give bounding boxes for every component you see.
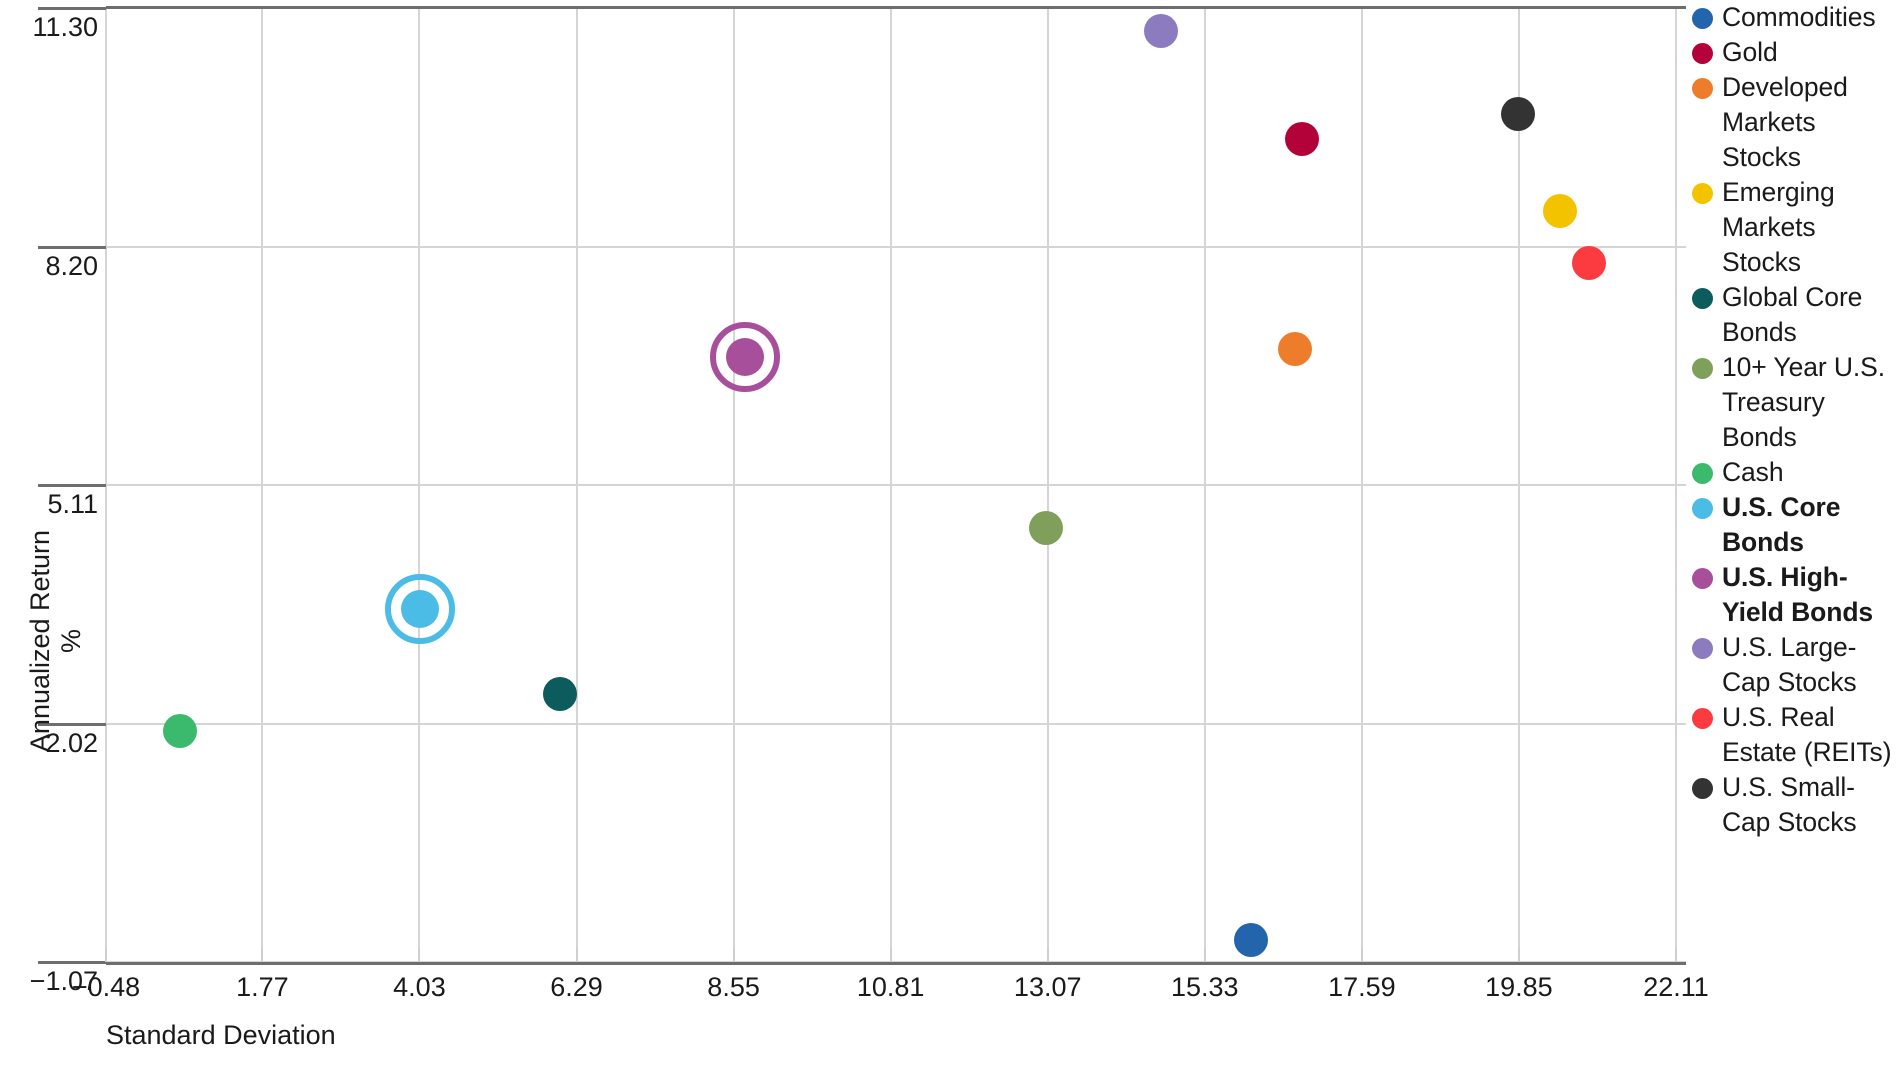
x-tick-mark <box>575 948 578 962</box>
x-tick-mark <box>261 948 264 962</box>
legend-item-label: U.S. Real Estate (REITs) <box>1722 702 1892 767</box>
x-tick-label: 6.29 <box>550 972 603 1002</box>
data-point[interactable] <box>1234 922 1269 957</box>
x-tick-label: 22.11 <box>1643 972 1709 1002</box>
x-tick-mark <box>1360 948 1363 962</box>
legend-item-label: U.S. Large-Cap Stocks <box>1722 632 1857 697</box>
x-tick-label: 1.77 <box>236 972 289 1002</box>
data-point[interactable] <box>1029 510 1064 545</box>
x-tick-label: −0.48 <box>71 972 141 1002</box>
x-tick-mark <box>1203 948 1206 962</box>
x-tick-label: 17.59 <box>1328 972 1396 1002</box>
legend-item[interactable]: U.S. Small-Cap Stocks <box>1692 770 1896 840</box>
legend-swatch-icon <box>1692 463 1713 484</box>
legend-item-label: Developed Markets Stocks <box>1722 72 1848 172</box>
y-tick-mark <box>38 7 106 10</box>
legend-item[interactable]: Global Core Bonds <box>1692 280 1896 350</box>
y-tick-label: 11.30 <box>32 12 98 42</box>
data-point[interactable] <box>1572 245 1607 280</box>
legend-swatch-icon <box>1692 8 1713 29</box>
legend-swatch-icon <box>1692 43 1713 64</box>
legend-item-label: Cash <box>1722 457 1784 487</box>
gridline-horizontal <box>106 722 1686 725</box>
x-tick-label: 10.81 <box>856 972 925 1002</box>
legend-item[interactable]: U.S. High-Yield Bonds <box>1692 560 1896 630</box>
x-tick-mark <box>418 948 421 962</box>
plot-top-rule <box>106 6 1686 9</box>
legend-item[interactable]: U.S. Large-Cap Stocks <box>1692 630 1896 700</box>
legend-swatch-icon <box>1692 638 1713 659</box>
x-tick-mark <box>732 948 735 962</box>
legend-item-label: U.S. Small-Cap Stocks <box>1722 772 1857 837</box>
data-point[interactable] <box>1542 193 1577 228</box>
x-axis-line <box>106 962 1686 965</box>
legend-item-label: U.S. Core Bonds <box>1722 492 1841 557</box>
x-tick-mark <box>1046 948 1049 962</box>
x-tick-mark <box>1675 948 1677 962</box>
legend-item-label: Global Core Bonds <box>1722 282 1863 347</box>
y-axis-title: Annualized Return % <box>25 529 86 753</box>
legend-item-label: 10+ Year U.S. Treasury Bonds <box>1722 352 1885 452</box>
x-tick-label: 15.33 <box>1170 972 1239 1002</box>
data-point[interactable] <box>163 713 198 748</box>
legend-item[interactable]: U.S. Core Bonds <box>1692 490 1896 560</box>
legend-item[interactable]: Commodities <box>1692 0 1896 35</box>
legend-swatch-icon <box>1692 358 1713 379</box>
legend-swatch-icon <box>1692 78 1713 99</box>
x-tick-mark <box>105 948 107 962</box>
legend-item[interactable]: 10+ Year U.S. Treasury Bonds <box>1692 350 1896 455</box>
x-tick-label: 4.03 <box>393 972 446 1002</box>
data-point[interactable] <box>1144 14 1178 49</box>
y-tick-label: 8.20 <box>45 251 98 282</box>
data-point[interactable] <box>542 676 577 711</box>
x-tick-label: 8.55 <box>707 972 760 1002</box>
legend-item[interactable]: U.S. Real Estate (REITs) <box>1692 700 1896 770</box>
legend-swatch-icon <box>1692 708 1713 729</box>
x-tick-label: 19.85 <box>1485 972 1553 1002</box>
legend-swatch-icon <box>1692 183 1713 204</box>
legend-item[interactable]: Gold <box>1692 35 1896 70</box>
legend-item[interactable]: Developed Markets Stocks <box>1692 70 1896 175</box>
legend-swatch-icon <box>1692 288 1713 309</box>
scatter-chart-page: 11.30 8.20 5.11 2.02 −1.07 −0.48 1.77 4.03 6.29… <box>0 0 1896 1066</box>
y-tick-mark <box>38 246 106 250</box>
legend: Commodities Gold Developed Markets Stocks E… <box>1692 0 1896 840</box>
legend-item[interactable]: Emerging Markets Stocks <box>1692 175 1896 280</box>
y-tick-label: 5.11 <box>47 489 98 520</box>
x-axis-title: Standard Deviation <box>106 1020 336 1050</box>
legend-item-label: Emerging Markets Stocks <box>1722 177 1835 277</box>
data-point[interactable] <box>401 589 440 628</box>
legend-item-label: Gold <box>1722 37 1778 67</box>
x-tick-label: 13.07 <box>1013 972 1082 1002</box>
legend-item-label: U.S. High-Yield Bonds <box>1722 562 1874 627</box>
legend-swatch-icon <box>1692 568 1713 589</box>
y-tick-mark <box>38 484 106 488</box>
legend-item-label: Commodities <box>1722 2 1876 32</box>
plot-area <box>105 7 1686 963</box>
data-point[interactable] <box>726 338 765 377</box>
gridline-horizontal <box>106 484 1686 487</box>
x-tick-mark <box>889 948 892 962</box>
data-point[interactable] <box>1278 331 1313 366</box>
data-point[interactable] <box>1285 122 1320 157</box>
y-tick-mark <box>38 961 106 964</box>
gridline-horizontal <box>106 246 1686 249</box>
legend-swatch-icon <box>1692 778 1713 799</box>
data-point[interactable] <box>1501 96 1536 131</box>
x-tick-mark <box>1517 948 1520 962</box>
legend-swatch-icon <box>1692 498 1713 519</box>
legend-item[interactable]: Cash <box>1692 455 1896 490</box>
